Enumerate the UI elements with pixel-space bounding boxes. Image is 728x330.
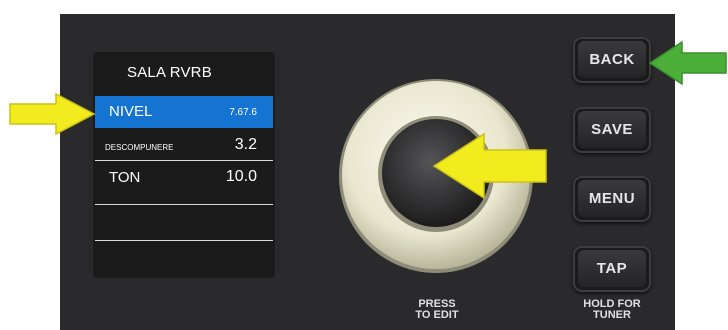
row-value: 10.0	[225, 168, 257, 185]
tap-button-label: TAP	[578, 250, 646, 287]
yellow-arrow-icon	[9, 92, 96, 136]
yellow-arrow-left-icon	[432, 132, 547, 200]
menu-button[interactable]: MENU	[573, 176, 651, 222]
menu-button-label: MENU	[578, 180, 646, 217]
row-descompunere[interactable]: DESCOMPUNERE 3.2	[95, 130, 273, 162]
hold-for-tuner-caption: HOLD FOR TUNER	[562, 299, 662, 321]
caption-line: TUNER	[593, 309, 631, 321]
save-button-label: SAVE	[578, 111, 646, 148]
row-label: DESCOMPUNERE	[105, 143, 174, 152]
screen-title: SALA RVRB	[127, 64, 212, 81]
row-ton[interactable]: TON 10.0	[95, 162, 273, 194]
green-arrow-icon	[648, 40, 727, 86]
lcd-display: SALA RVRB NIVEL 7.67.6 DESCOMPUNERE 3.2 …	[93, 52, 275, 278]
back-button-label: BACK	[578, 41, 646, 78]
press-to-edit-caption: PRESS TO EDIT	[392, 299, 482, 321]
device-illustration: SALA RVRB NIVEL 7.67.6 DESCOMPUNERE 3.2 …	[0, 0, 728, 330]
save-button[interactable]: SAVE	[573, 107, 651, 153]
row-divider	[95, 204, 273, 205]
row-label: NIVEL	[109, 103, 153, 120]
row-label: TON	[109, 169, 141, 186]
tap-button[interactable]: TAP	[573, 246, 651, 292]
row-divider	[95, 240, 273, 241]
row-value: 7.67.6	[229, 107, 257, 118]
back-button[interactable]: BACK	[573, 37, 651, 83]
caption-line: TO EDIT	[415, 309, 459, 321]
row-value: 3.2	[234, 136, 257, 153]
row-nivel[interactable]: NIVEL 7.67.6	[95, 96, 273, 128]
